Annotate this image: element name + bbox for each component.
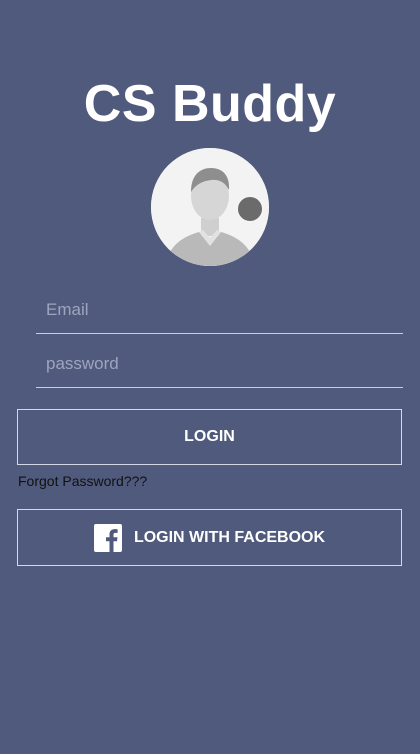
email-input[interactable] <box>46 295 396 325</box>
app-title: CS Buddy <box>83 75 337 133</box>
facebook-icon <box>93 523 122 552</box>
login-screen: CS Buddy LOGIN Forgot Password??? <box>0 0 420 754</box>
password-input[interactable] <box>46 349 396 379</box>
forgot-password-link[interactable]: Forgot Password??? <box>18 472 147 490</box>
facebook-login-button[interactable]: LOGIN WITH FACEBOOK <box>17 509 402 566</box>
facebook-button-label: LOGIN WITH FACEBOOK <box>133 528 326 546</box>
login-button-label: LOGIN <box>184 428 235 445</box>
badge-dot-icon <box>236 195 264 223</box>
email-field[interactable] <box>36 287 403 334</box>
login-button[interactable]: LOGIN <box>17 409 402 465</box>
password-field[interactable] <box>36 341 403 388</box>
